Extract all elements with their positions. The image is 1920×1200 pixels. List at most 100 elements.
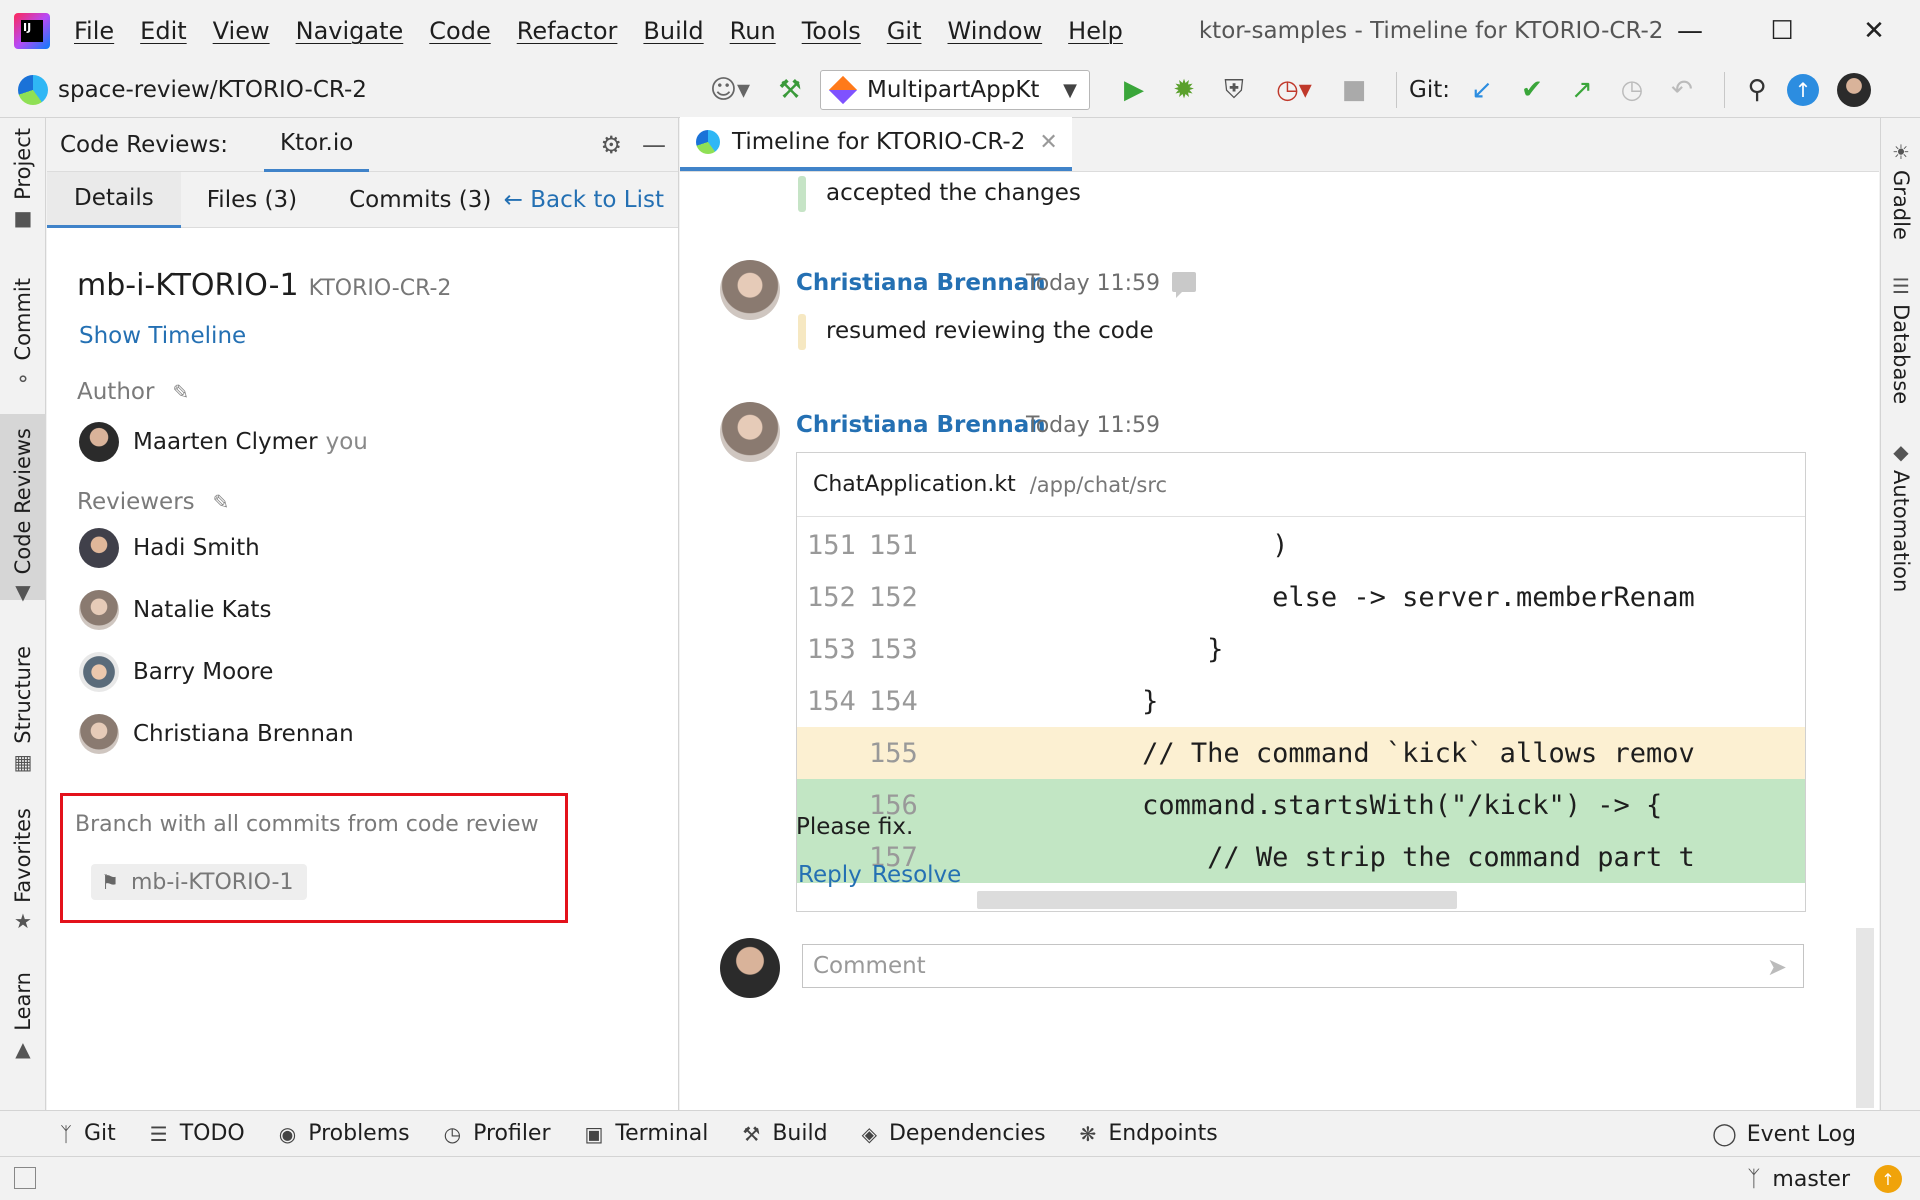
git-branch-icon: ᛉ bbox=[1747, 1166, 1761, 1192]
bottom-tab-label: Problems bbox=[308, 1121, 410, 1146]
bottom-tab-event-log[interactable]: ◯ Event Log bbox=[1712, 1111, 1856, 1157]
menu-git[interactable]: Git bbox=[887, 17, 922, 45]
bottom-tab-profiler[interactable]: ◷ Profiler bbox=[444, 1121, 551, 1146]
toggle-tool-windows-icon[interactable] bbox=[14, 1167, 36, 1189]
author-label: Author bbox=[77, 379, 155, 405]
learn-icon: ▲ bbox=[15, 1036, 31, 1061]
branch-tag[interactable]: ⚑ mb-i-KTORIO-1 bbox=[91, 864, 308, 900]
tab-ktor-io[interactable]: Ktor.io bbox=[264, 118, 370, 172]
author-name: Maarten Clymer bbox=[133, 429, 318, 455]
comment-input[interactable]: Comment ➤ bbox=[802, 944, 1804, 988]
menu-refactor[interactable]: Refactor bbox=[517, 17, 618, 45]
edit-author-pencil-icon[interactable]: ✎ bbox=[172, 380, 189, 404]
endpoints-icon: ❋ bbox=[1079, 1121, 1097, 1146]
tab-commits[interactable]: Commits (3) bbox=[323, 172, 517, 228]
hammer-icon: ⚒ bbox=[742, 1121, 761, 1146]
intellij-logo-icon[interactable]: IJ bbox=[14, 13, 50, 49]
main-toolbar: space-review/KTORIO-CR-2 ☺▾ ⚒ MultipartA… bbox=[0, 62, 1920, 118]
avatar bbox=[720, 260, 780, 320]
stripe-tab-project[interactable]: Project ■ bbox=[0, 128, 46, 236]
comment-bubble-icon[interactable] bbox=[1172, 272, 1196, 298]
menu-tools[interactable]: Tools bbox=[802, 17, 861, 45]
event-log-icon: ◯ bbox=[1712, 1121, 1737, 1147]
status-branch-name: master bbox=[1772, 1166, 1850, 1192]
kotlin-icon bbox=[828, 75, 858, 105]
stop-icon[interactable]: ■ bbox=[1334, 70, 1374, 110]
code-snippet: ChatApplication.kt /app/chat/src 151 151… bbox=[796, 452, 1806, 912]
menu-code[interactable]: Code bbox=[429, 17, 490, 45]
tab-files[interactable]: Files (3) bbox=[181, 172, 323, 228]
user-switch-icon[interactable]: ☺▾ bbox=[700, 70, 760, 110]
bottom-tab-build[interactable]: ⚒ Build bbox=[742, 1121, 827, 1146]
event-author[interactable]: Christiana Brennan bbox=[796, 270, 1046, 296]
menu-help[interactable]: Help bbox=[1068, 17, 1123, 45]
bottom-tab-dependencies[interactable]: ◈ Dependencies bbox=[862, 1121, 1046, 1146]
menu-navigate[interactable]: Navigate bbox=[296, 17, 404, 45]
run-config-selector[interactable]: MultipartAppKt ▼ bbox=[820, 70, 1090, 110]
space-project-icon bbox=[18, 74, 48, 105]
menu-edit[interactable]: Edit bbox=[140, 17, 186, 45]
menu-run[interactable]: Run bbox=[730, 17, 776, 45]
build-hammer-icon[interactable]: ⚒ bbox=[770, 70, 810, 110]
status-branch-widget[interactable]: ᛉ master bbox=[1747, 1157, 1850, 1200]
git-history-icon[interactable]: ◷ bbox=[1612, 70, 1652, 110]
stripe-tab-structure[interactable]: Structure ▦ bbox=[0, 646, 46, 780]
menu-window[interactable]: Window bbox=[948, 17, 1043, 45]
edit-reviewers-pencil-icon[interactable]: ✎ bbox=[213, 490, 230, 514]
stripe-tab-code-reviews[interactable]: Code Reviews ▼ bbox=[0, 414, 46, 604]
menu-view[interactable]: View bbox=[213, 17, 270, 45]
breadcrumb[interactable]: space-review/KTORIO-CR-2 bbox=[58, 77, 367, 103]
hide-panel-icon[interactable]: — bbox=[642, 131, 666, 159]
debug-icon[interactable]: ✹ bbox=[1164, 70, 1204, 110]
bottom-tab-todo[interactable]: ☰ TODO bbox=[150, 1121, 245, 1146]
close-window-icon[interactable]: ✕ bbox=[1828, 0, 1920, 62]
new-line-number: 154 bbox=[869, 685, 918, 717]
maximize-icon[interactable]: ☐ bbox=[1736, 0, 1828, 62]
event-bar-resumed bbox=[798, 314, 806, 350]
list-icon: ☰ bbox=[149, 1121, 168, 1146]
stripe-tab-commit[interactable]: Commit ⚬ bbox=[0, 278, 46, 397]
profile-icon[interactable]: ◷▾ bbox=[1264, 70, 1324, 110]
gear-icon[interactable]: ⚙ bbox=[600, 131, 622, 159]
coverage-icon[interactable]: ⛨ bbox=[1214, 70, 1254, 110]
run-config-label: MultipartAppKt bbox=[867, 77, 1040, 103]
back-to-list-link[interactable]: ← Back to List bbox=[504, 172, 664, 228]
old-line-number: 152 bbox=[807, 581, 856, 613]
code-horizontal-scrollbar[interactable] bbox=[977, 891, 1457, 909]
notification-icon[interactable]: ↑ bbox=[1874, 1165, 1902, 1193]
resolve-link[interactable]: Resolve bbox=[872, 862, 961, 888]
bottom-tab-git[interactable]: ᛉ Git bbox=[60, 1121, 116, 1146]
git-push-icon[interactable]: ↗ bbox=[1562, 70, 1602, 110]
bottom-tab-endpoints[interactable]: ❋ Endpoints bbox=[1080, 1121, 1218, 1146]
user-avatar-icon[interactable] bbox=[1836, 73, 1871, 107]
tab-details[interactable]: Details bbox=[47, 171, 181, 228]
minimize-icon[interactable]: — bbox=[1644, 0, 1736, 62]
stripe-tab-learn[interactable]: Learn ▲ bbox=[0, 972, 46, 1067]
run-icon[interactable]: ▶ bbox=[1114, 70, 1154, 110]
timeline-vertical-scrollbar[interactable] bbox=[1856, 928, 1874, 1108]
git-update-icon[interactable]: ↙ bbox=[1462, 70, 1502, 110]
git-rollback-icon[interactable]: ↶ bbox=[1662, 70, 1702, 110]
code-file-name[interactable]: ChatApplication.kt bbox=[813, 472, 1016, 497]
database-icon: ☰ bbox=[1892, 274, 1910, 298]
bottom-tab-label: Git bbox=[84, 1121, 116, 1146]
stripe-tab-favorites[interactable]: Favorites ★ bbox=[0, 808, 46, 939]
reviewer-name: Natalie Kats bbox=[133, 597, 272, 623]
bottom-tab-terminal[interactable]: ▣ Terminal bbox=[585, 1121, 709, 1146]
bottom-tab-label: Build bbox=[772, 1121, 828, 1146]
stripe-tab-database[interactable]: ☰ Database bbox=[1881, 274, 1920, 404]
reply-link[interactable]: Reply bbox=[798, 862, 862, 888]
bottom-tab-problems[interactable]: ◉ Problems bbox=[279, 1121, 410, 1146]
editor-tab-timeline[interactable]: Timeline for KTORIO-CR-2 ✕ bbox=[680, 117, 1072, 171]
stripe-tab-automation[interactable]: ◆ Automation bbox=[1881, 440, 1920, 592]
ide-update-icon[interactable]: ↑ bbox=[1786, 74, 1819, 106]
show-timeline-link[interactable]: Show Timeline bbox=[79, 323, 648, 349]
git-commit-icon[interactable]: ✔ bbox=[1512, 70, 1552, 110]
stripe-tab-gradle[interactable]: ☀ Gradle bbox=[1881, 140, 1920, 240]
close-icon[interactable]: ✕ bbox=[1039, 130, 1057, 155]
menu-build[interactable]: Build bbox=[643, 17, 703, 45]
search-icon[interactable]: ⚲ bbox=[1737, 70, 1777, 110]
send-icon[interactable]: ➤ bbox=[1767, 953, 1787, 981]
menu-file[interactable]: File bbox=[74, 17, 114, 45]
event-author[interactable]: Christiana Brennan bbox=[796, 412, 1046, 438]
